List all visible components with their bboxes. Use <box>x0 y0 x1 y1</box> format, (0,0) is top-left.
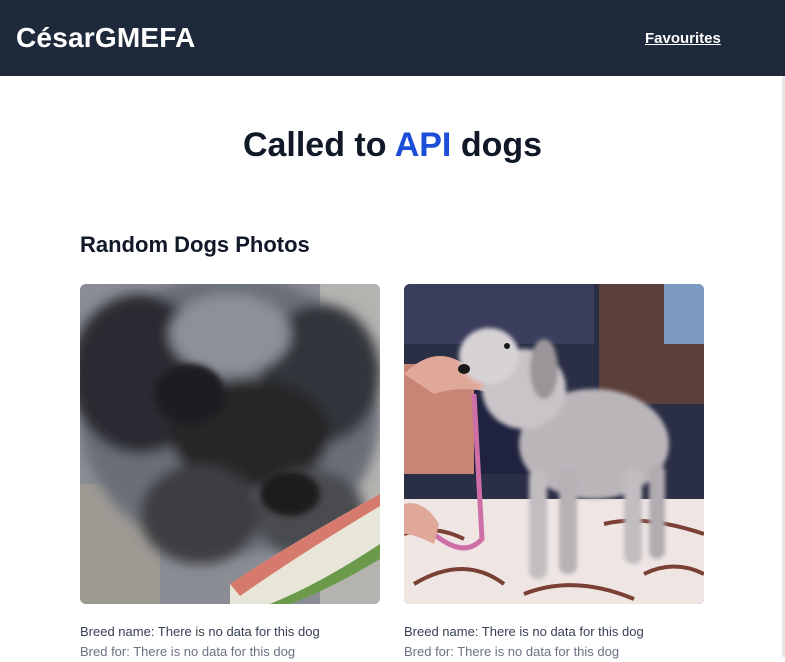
brand-logo[interactable]: CésarGMEFA <box>16 22 195 54</box>
bred-for-text: Bred for: There is no data for this dog <box>80 644 296 659</box>
page-title: Called to API dogs <box>0 126 785 165</box>
section-title: Random Dogs Photos <box>80 232 310 257</box>
dog-photo <box>404 284 704 604</box>
navbar: CésarGMEFA Favourites <box>0 0 785 76</box>
page-title-prefix: Called to <box>242 126 395 164</box>
page-title-accent: API <box>394 126 452 164</box>
dog-card: Breed name: There is no data for this do… <box>80 284 380 662</box>
dog-card-meta: Breed name: There is no data for this do… <box>80 622 380 662</box>
favourites-link[interactable]: Favourites <box>645 30 721 47</box>
bred-for-text: Bred for: There is no data for this dog <box>404 644 620 659</box>
dog-card: Breed name: There is no data for this do… <box>404 284 704 662</box>
dog-photo <box>80 284 380 604</box>
breed-name-text: Breed name: There is no data for this do… <box>80 624 320 639</box>
breed-name-text: Breed name: There is no data for this do… <box>404 624 644 639</box>
page-title-suffix: dogs <box>451 126 543 164</box>
dog-card-meta: Breed name: There is no data for this do… <box>404 622 704 662</box>
